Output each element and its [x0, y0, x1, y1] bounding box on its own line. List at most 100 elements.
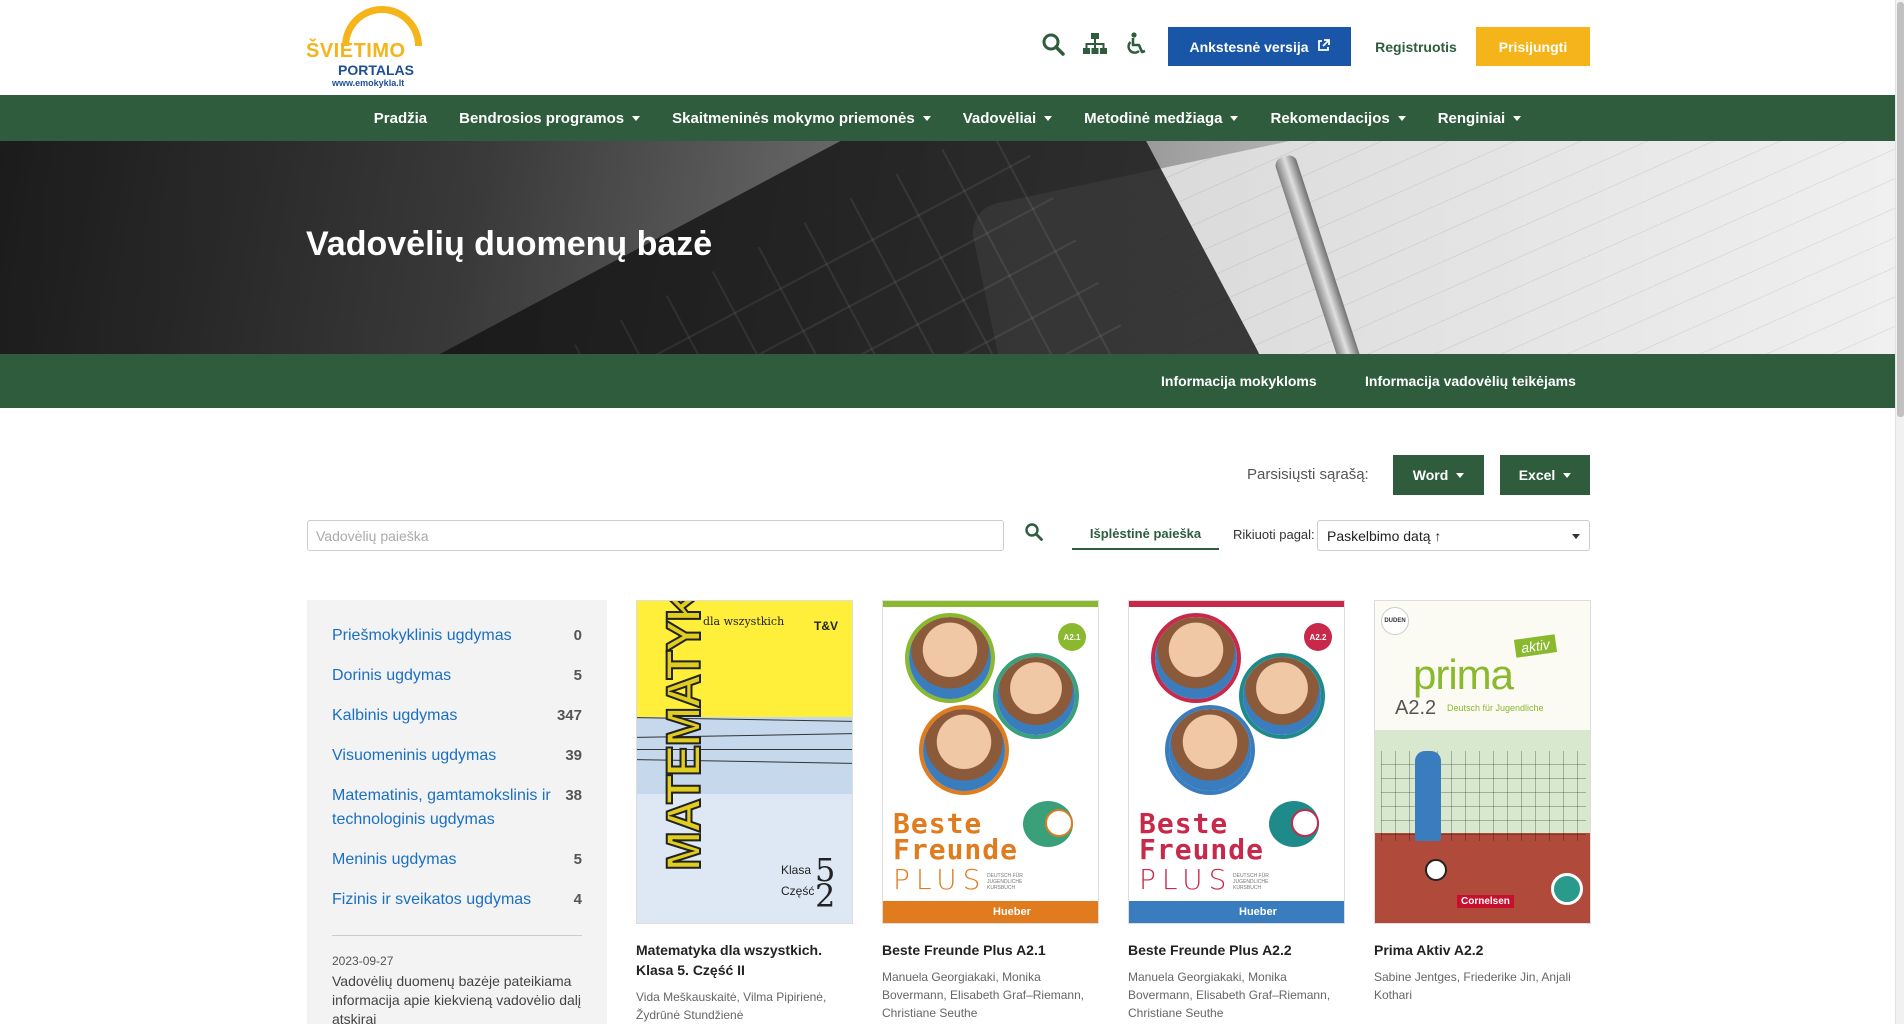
- nav-label: Vadovėliai: [962, 109, 1037, 127]
- category-item[interactable]: Kalbinis ugdymas 347: [332, 704, 582, 728]
- book-card[interactable]: MATEMATYKA dla wszystkich T&V Klasa Częś…: [636, 600, 853, 1024]
- book-cover[interactable]: MATEMATYKA dla wszystkich T&V Klasa Częś…: [636, 600, 853, 924]
- nav-item-skaitmenines-priemones[interactable]: Skaitmeninės mokymo priemonės: [656, 95, 947, 141]
- old-version-button[interactable]: Ankstesnė versija: [1168, 27, 1351, 66]
- page-title: Vadovėlių duomenų bazė: [306, 225, 713, 263]
- logo-url: www.emokykla.lt: [332, 78, 405, 88]
- book-card[interactable]: DUDEN prima aktiv A2.2 Deutsch für Jugen…: [1374, 600, 1591, 1004]
- category-name: Priešmokyklinis ugdymas: [332, 627, 512, 644]
- nav-label: Rekomendacijos: [1270, 109, 1390, 127]
- caret-down-icon: [1563, 472, 1572, 478]
- book-authors: Sabine Jentges, Friederike Jin, Anjali K…: [1374, 970, 1571, 1002]
- logo-line1: ŠVIETIMO: [306, 40, 406, 62]
- book-title[interactable]: Beste Freunde Plus A2.1: [882, 940, 1099, 960]
- cover-subtitle: dla wszystkich: [703, 615, 785, 628]
- cover-player-image: [1415, 751, 1441, 841]
- category-item[interactable]: Priešmokyklinis ugdymas 0: [332, 624, 582, 648]
- page-scrollbar[interactable]: [1895, 0, 1904, 1024]
- cover-number: 2: [815, 877, 836, 915]
- category-name: Dorinis ugdymas: [332, 667, 452, 684]
- nav-item-rekomendacijos[interactable]: Rekomendacijos: [1254, 95, 1421, 141]
- cover-title: MATEMATYKA: [657, 600, 712, 872]
- cover-level: A2.2: [1395, 697, 1437, 719]
- cover-title: Beste Freunde: [893, 810, 1018, 864]
- category-count: 38: [565, 787, 582, 804]
- sort-label: Rikiuoti pagal:: [1233, 527, 1315, 542]
- sort-select[interactable]: Paskelbimo datą ↑: [1317, 520, 1590, 551]
- book-title[interactable]: Prima Aktiv A2.2: [1374, 940, 1591, 960]
- search-input[interactable]: [307, 520, 1004, 551]
- site-logo[interactable]: ŠVIETIMO PORTALAS www.emokykla.lt: [306, 4, 424, 88]
- book-authors: Vida Meškauskaitė, Vilma Pipirienė, Žydr…: [636, 990, 827, 1022]
- scrollbar-thumb[interactable]: [1897, 2, 1904, 417]
- sidebar-divider: [332, 935, 582, 936]
- cover-level-badge: A2.1: [1058, 623, 1086, 651]
- download-word-button[interactable]: Word: [1393, 455, 1484, 495]
- nav-item-metodine-medziaga[interactable]: Metodinė medžiaga: [1068, 95, 1254, 141]
- category-item[interactable]: Matematinis, gamtamokslinis ir technolog…: [332, 784, 582, 832]
- book-title[interactable]: Beste Freunde Plus A2.2: [1128, 940, 1345, 960]
- book-authors: Manuela Georgiakaki, Monika Bovermann, E…: [882, 970, 1085, 1020]
- caret-down-icon: [1456, 472, 1465, 478]
- category-item[interactable]: Meninis ugdymas 5: [332, 848, 582, 872]
- cover-duden-logo: DUDEN: [1381, 607, 1409, 635]
- page: ŠVIETIMO PORTALAS www.emokykla.lt Ankste…: [0, 0, 1904, 1024]
- category-item[interactable]: Visuomeninis ugdymas 39: [332, 744, 582, 768]
- cover-photo: [1169, 709, 1251, 791]
- nav-item-vadoveliai[interactable]: Vadovėliai: [947, 95, 1068, 141]
- nav-item-bendrosios-programos[interactable]: Bendrosios programos: [443, 95, 656, 141]
- login-button[interactable]: Prisijungti: [1476, 27, 1590, 66]
- cover-bubble: [1291, 809, 1319, 837]
- category-sidebar: Priešmokyklinis ugdymas 0 Dorinis ugdymas…: [307, 600, 607, 1024]
- category-count: 4: [573, 891, 582, 908]
- cover-ball-image: [1425, 859, 1447, 881]
- category-count: 39: [565, 747, 582, 764]
- nav-item-pradzia[interactable]: Pradžia: [358, 95, 443, 141]
- logo-line2: PORTALAS: [338, 62, 414, 78]
- search-submit-icon[interactable]: [1024, 522, 1050, 548]
- caret-down-icon: [1230, 115, 1239, 121]
- cover-publisher: Cornelsen: [1457, 895, 1514, 908]
- book-cover[interactable]: A2.2 Beste Freunde PLUS DEUTSCH FÜR JUGEN…: [1128, 600, 1345, 924]
- cover-photo: [909, 617, 991, 699]
- site-header: ŠVIETIMO PORTALAS www.emokykla.lt Ankste…: [0, 0, 1895, 95]
- info-suppliers-link[interactable]: Informacija vadovėlių teikėjams: [1365, 354, 1576, 408]
- category-name: Matematinis, gamtamokslinis ir technolog…: [332, 787, 551, 828]
- old-version-label: Ankstesnė versija: [1189, 38, 1309, 55]
- category-name: Visuomeninis ugdymas: [332, 747, 497, 764]
- register-link[interactable]: Registruotis: [1366, 27, 1466, 66]
- cover-photo: [997, 657, 1075, 735]
- accessibility-icon[interactable]: [1124, 32, 1150, 58]
- nav-item-renginiai[interactable]: Renginiai: [1422, 95, 1538, 141]
- advanced-search-tab[interactable]: Išplėstinė paieška: [1072, 518, 1219, 550]
- chevron-down-icon: [1572, 534, 1580, 539]
- category-item[interactable]: Fizinis ir sveikatos ugdymas 4: [332, 888, 582, 912]
- cover-top-bar: [883, 601, 1098, 607]
- cover-publisher: Hueber: [1129, 901, 1344, 923]
- info-schools-link[interactable]: Informacija mokykloms: [1161, 354, 1317, 408]
- news-text: Vadovėlių duomenų bazėje pateikiama info…: [332, 973, 582, 1024]
- main-nav: Pradžia Bendrosios programos Skaitmeninė…: [0, 95, 1895, 141]
- category-count: 5: [573, 851, 582, 868]
- sitemap-icon[interactable]: [1082, 32, 1108, 58]
- cover-publisher: Hueber: [883, 901, 1098, 923]
- caret-down-icon: [922, 115, 931, 121]
- cover-plus: PLUS: [893, 863, 987, 896]
- book-card[interactable]: A2.1 Beste Freunde PLUS DEUTSCH FÜR JUGEN…: [882, 600, 1099, 1022]
- cover-klasa: Klasa: [781, 863, 812, 877]
- hero-shade: [0, 141, 1895, 354]
- download-excel-button[interactable]: Excel: [1500, 455, 1590, 495]
- cover-subtitle: Deutsch für Jugendliche: [1447, 703, 1544, 713]
- book-card[interactable]: A2.2 Beste Freunde PLUS DEUTSCH FÜR JUGEN…: [1128, 600, 1345, 1022]
- cover-top-bar: [1129, 601, 1344, 607]
- cover-photo: [923, 709, 1005, 791]
- book-title[interactable]: Matematyka dla wszystkich. Klasa 5. Częś…: [636, 940, 853, 980]
- category-count: 5: [573, 667, 582, 684]
- category-item[interactable]: Dorinis ugdymas 5: [332, 664, 582, 688]
- search-icon[interactable]: [1041, 32, 1067, 58]
- category-name: Fizinis ir sveikatos ugdymas: [332, 891, 532, 908]
- book-cover[interactable]: DUDEN prima aktiv A2.2 Deutsch für Jugen…: [1374, 600, 1591, 924]
- book-cover[interactable]: A2.1 Beste Freunde PLUS DEUTSCH FÜR JUGEN…: [882, 600, 1099, 924]
- cover-title: Beste Freunde: [1139, 810, 1264, 864]
- caret-down-icon: [1397, 115, 1406, 121]
